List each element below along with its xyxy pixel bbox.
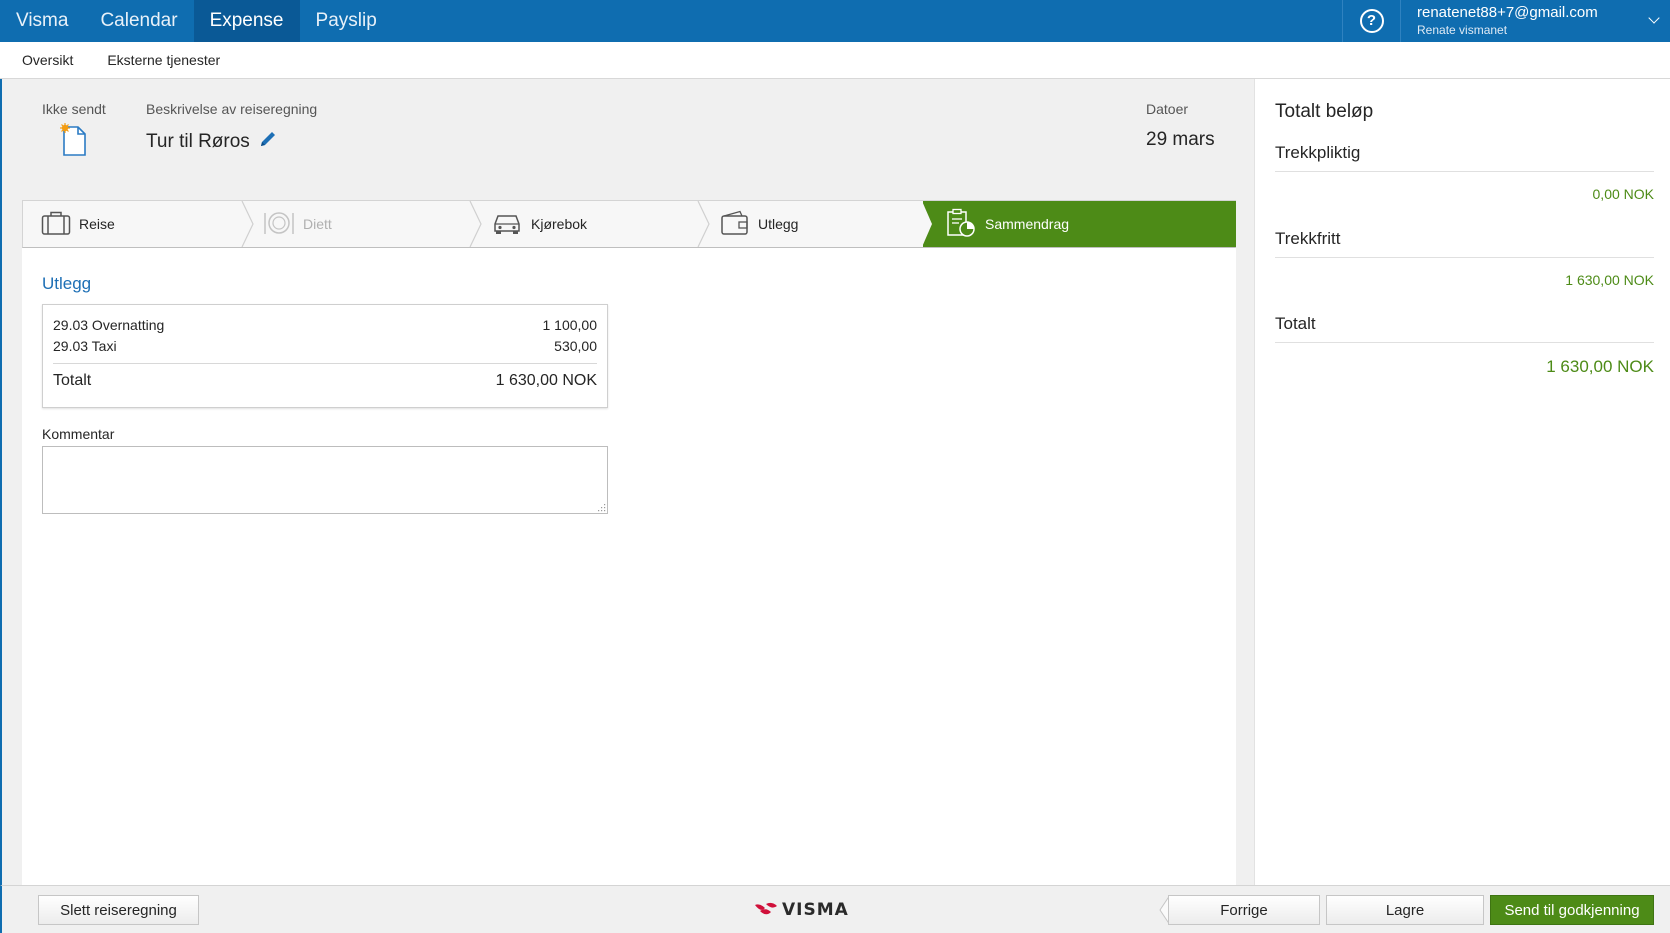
report-header: Ikke sendt Beskrivelse av reiseregning T…	[2, 79, 1254, 199]
taxfree-block: Trekkfritt 1 630,00 NOK	[1275, 229, 1654, 288]
grand-total-block: Totalt 1 630,00 NOK	[1275, 314, 1654, 377]
expense-amount: 1 100,00	[542, 317, 598, 333]
summary-content: Utlegg 29.03 Overnatting 1 100,00 29.03 …	[22, 248, 1236, 885]
expenses-total-row: Totalt 1 630,00 NOK	[53, 363, 597, 390]
status-label: Ikke sendt	[42, 101, 106, 117]
send-for-approval-button[interactable]: Send til godkjenning	[1490, 895, 1654, 925]
tab-utlegg-label: Utlegg	[758, 216, 799, 232]
description-label: Beskrivelse av reiseregning	[146, 101, 318, 117]
step-separator	[469, 201, 482, 247]
suitcase-icon	[41, 210, 71, 239]
clipboard-icon	[945, 208, 977, 241]
plate-icon	[263, 210, 295, 239]
taxable-value: 0,00 NOK	[1592, 186, 1654, 202]
pencil-icon[interactable]	[258, 129, 278, 155]
visma-logo-text: VISMA	[782, 900, 849, 920]
total-amount-panel: Totalt beløp Trekkpliktig 0,00 NOK Trekk…	[1254, 79, 1670, 885]
nav-brand[interactable]: Visma	[0, 0, 84, 42]
list-item: 29.03 Taxi 530,00	[53, 336, 597, 357]
trip-title: Tur til Røros	[146, 129, 278, 155]
new-document-icon	[60, 123, 88, 162]
grand-total-label: Totalt	[1275, 314, 1654, 343]
tab-diett[interactable]: Diett	[263, 201, 332, 247]
sub-navigation: Oversikt Eksterne tjenester	[0, 42, 1670, 79]
taxable-label: Trekkpliktig	[1275, 143, 1654, 172]
step-separator	[697, 201, 710, 247]
tab-sammendrag[interactable]: Sammendrag	[922, 201, 1236, 247]
expenses-total-label: Totalt	[53, 372, 92, 389]
tab-kjorebok[interactable]: Kjørebok	[491, 201, 587, 247]
grand-total-value: 1 630,00 NOK	[1546, 357, 1654, 376]
taxfree-value: 1 630,00 NOK	[1565, 272, 1654, 288]
comment-label: Kommentar	[42, 426, 115, 442]
user-name: Renate vismanet	[1417, 23, 1508, 37]
tab-diett-label: Diett	[303, 216, 332, 232]
footer-bar: Slett reiseregning VISMA Forrige Lagre S…	[0, 885, 1670, 933]
nav-calendar[interactable]: Calendar	[84, 0, 193, 42]
save-button[interactable]: Lagre	[1326, 895, 1484, 925]
taxable-block: Trekkpliktig 0,00 NOK	[1275, 143, 1654, 202]
expense-amount: 530,00	[554, 338, 597, 354]
tab-reise[interactable]: Reise	[41, 201, 115, 247]
step-separator	[241, 201, 254, 247]
step-tabs: Reise Diett Kjørebok Utlegg Sammendrag	[22, 200, 1236, 248]
tab-utlegg[interactable]: Utlegg	[720, 201, 798, 247]
help-button[interactable]: ?	[1342, 0, 1400, 42]
expenses-section-title: Utlegg	[42, 274, 92, 293]
dates-value: 29 mars	[1146, 129, 1215, 150]
active-tab-notch	[922, 201, 932, 247]
car-icon	[491, 210, 523, 239]
top-navigation: Visma Calendar Expense Payslip ? renaten…	[0, 0, 1670, 42]
dates-label: Datoer	[1146, 101, 1189, 117]
list-item: 29.03 Overnatting 1 100,00	[53, 315, 597, 336]
expense-label: 29.03 Taxi	[53, 338, 117, 354]
expenses-total-value: 1 630,00 NOK	[495, 372, 597, 389]
nav-expense[interactable]: Expense	[193, 0, 300, 42]
comment-textarea[interactable]	[42, 446, 608, 514]
resize-handle-icon[interactable]	[596, 502, 606, 512]
subnav-overview[interactable]: Oversikt	[22, 52, 73, 68]
total-amount-title: Totalt beløp	[1275, 101, 1374, 122]
expenses-card: 29.03 Overnatting 1 100,00 29.03 Taxi 53…	[42, 304, 608, 408]
taxfree-label: Trekkfritt	[1275, 229, 1654, 258]
user-email: renatenet88+7@gmail.com	[1417, 4, 1598, 21]
delete-report-button[interactable]: Slett reiseregning	[38, 895, 199, 925]
tab-sammendrag-label: Sammendrag	[985, 216, 1070, 232]
tab-reise-label: Reise	[79, 216, 115, 232]
wallet-icon	[720, 210, 750, 239]
expense-label: 29.03 Overnatting	[53, 317, 165, 333]
visma-logo: VISMA	[754, 900, 849, 920]
trip-title-text: Tur til Røros	[146, 131, 250, 152]
main-area: Ikke sendt Beskrivelse av reiseregning T…	[0, 79, 1254, 885]
subnav-external-services[interactable]: Eksterne tjenester	[107, 52, 220, 68]
tab-kjorebok-label: Kjørebok	[531, 216, 588, 232]
previous-button[interactable]: Forrige	[1168, 895, 1320, 925]
user-menu[interactable]: renatenet88+7@gmail.com Renate vismanet	[1400, 0, 1670, 42]
visma-logo-icon	[755, 902, 777, 915]
help-icon: ?	[1359, 9, 1384, 33]
nav-payslip[interactable]: Payslip	[300, 0, 393, 42]
